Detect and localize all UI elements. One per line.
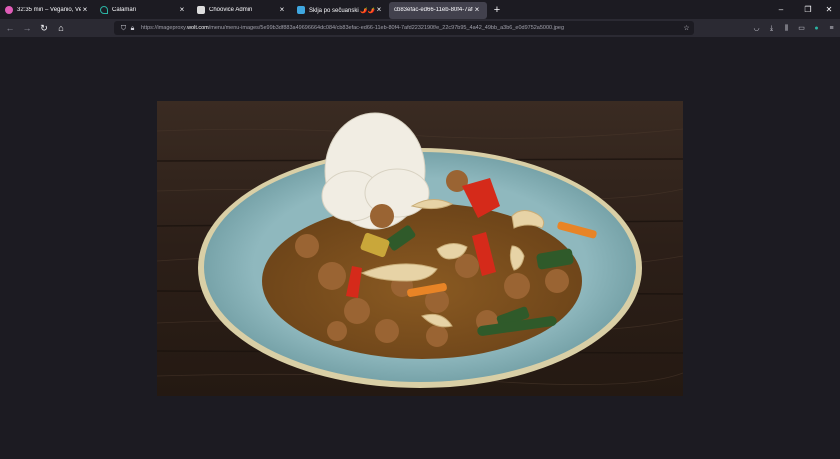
- toolbar-right: ◡ ⤓ ⫼ ▭ ● ≡: [752, 19, 836, 37]
- reload-icon: ↻: [40, 23, 48, 33]
- new-tab-button[interactable]: +: [490, 3, 504, 17]
- tab-title: Calamari: [112, 7, 137, 13]
- home-icon: ⌂: [58, 23, 64, 33]
- star-icon[interactable]: ☆: [682, 24, 691, 33]
- close-window-button[interactable]: ✕: [818, 0, 840, 19]
- tab-choovice-admin[interactable]: Choovice Admin ×: [192, 2, 292, 19]
- tab-image[interactable]: cb83efac-ed66-11eb-80f4-7afd2232 ×: [389, 1, 487, 19]
- extension-icon[interactable]: ●: [812, 24, 821, 33]
- close-icon[interactable]: ×: [178, 6, 186, 14]
- address-bar[interactable]: ⛉ 🔒︎ https://imageproxy.wolt.com/menu/me…: [114, 21, 694, 35]
- url-text[interactable]: https://imageproxy.wolt.com/menu/menu-im…: [141, 25, 682, 31]
- library-icon[interactable]: ⫼: [782, 24, 791, 33]
- tab-title: cb83efac-ed66-11eb-80f4-7afd2232: [394, 7, 473, 13]
- wolt-icon: [5, 6, 13, 14]
- forward-button[interactable]: →: [19, 20, 35, 36]
- url-host: wolt.com: [187, 25, 209, 31]
- url-prefix: https://imageproxy.: [141, 25, 188, 31]
- tab-title: 32:35 min – Veganio, Veganio – Wolt: [17, 7, 81, 13]
- tab-title: Choovice Admin: [209, 7, 253, 13]
- tab-sklja[interactable]: Sklja po sečuanski 🌶️🌶️🌶️ (1, Š ×: [292, 2, 389, 19]
- calamari-icon: [100, 6, 108, 14]
- sidebar-icon[interactable]: ▭: [797, 24, 806, 33]
- tab-title: Sklja po sečuanski 🌶️🌶️🌶️ (1, Š: [309, 7, 375, 14]
- maximize-button[interactable]: ❐: [797, 0, 819, 19]
- wolt-icon: [297, 6, 305, 14]
- choovice-icon: [197, 6, 205, 14]
- url-path: /menu/menu-images/5e99b3df883a49696664dc…: [208, 25, 565, 31]
- menu-icon[interactable]: ≡: [827, 24, 836, 33]
- dish-image: [157, 101, 683, 396]
- tab-veganio[interactable]: 32:35 min – Veganio, Veganio – Wolt ×: [0, 2, 95, 19]
- pocket-icon[interactable]: ◡: [752, 24, 761, 33]
- close-icon[interactable]: ×: [278, 6, 286, 14]
- download-icon[interactable]: ⤓: [767, 24, 776, 33]
- tab-strip: 32:35 min – Veganio, Veganio – Wolt × Ca…: [0, 0, 840, 19]
- shield-icon[interactable]: ⛉: [119, 24, 128, 33]
- close-icon[interactable]: ×: [473, 6, 481, 14]
- minimize-button[interactable]: –: [770, 0, 792, 19]
- close-icon[interactable]: ×: [375, 6, 383, 14]
- close-icon[interactable]: ×: [81, 6, 89, 14]
- back-button[interactable]: ←: [2, 20, 18, 36]
- lock-icon[interactable]: 🔒︎: [128, 24, 137, 33]
- arrow-right-icon: →: [22, 23, 32, 33]
- reload-button[interactable]: ↻: [36, 20, 52, 36]
- arrow-left-icon: ←: [5, 23, 15, 33]
- home-button[interactable]: ⌂: [53, 20, 69, 36]
- tab-calamari[interactable]: Calamari ×: [95, 2, 192, 19]
- food-photo[interactable]: [157, 101, 683, 396]
